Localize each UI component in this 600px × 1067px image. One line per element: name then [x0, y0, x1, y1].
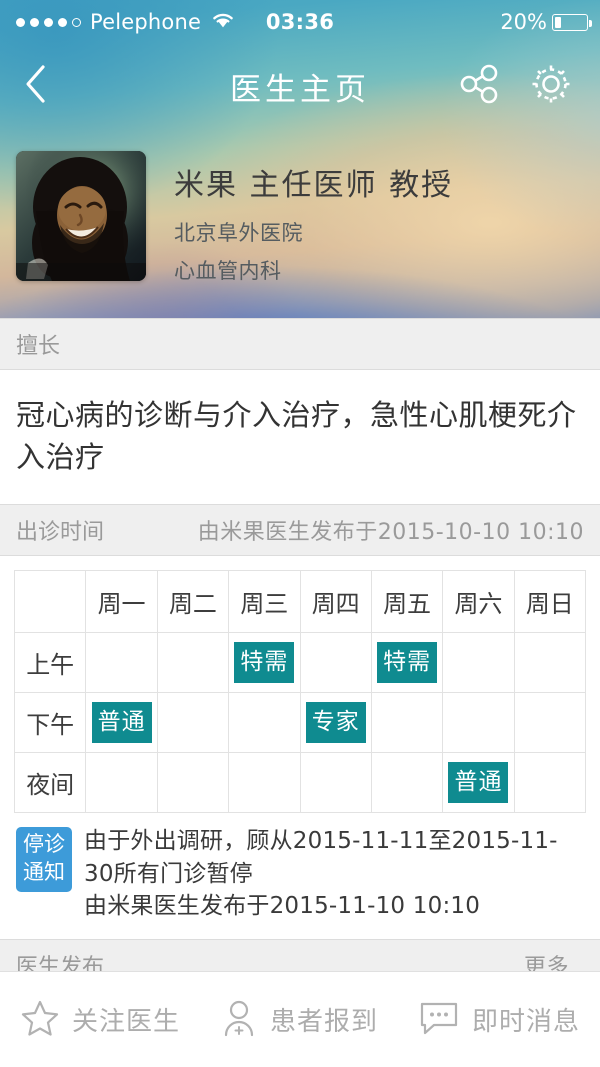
person-check-icon — [220, 998, 258, 1042]
bottom-action-bar: 关注医生 患者报到 即时消息 — [0, 971, 600, 1067]
slot-chip[interactable]: 特需 — [377, 641, 438, 684]
specialty-content: 冠心病的诊断与介入治疗，急性心肌梗死介入治疗 — [0, 370, 600, 505]
column-header-thu: 周四 — [299, 570, 372, 634]
column-header-wed: 周三 — [228, 570, 301, 634]
patient-checkin-button[interactable]: 患者报到 — [220, 998, 378, 1042]
slot-cell[interactable] — [156, 692, 230, 754]
follow-doctor-label: 关注医生 — [71, 1007, 180, 1037]
slot-cell[interactable]: 专家 — [299, 692, 372, 754]
column-header-sun: 周日 — [513, 570, 587, 634]
schedule-published-by: 由米果医生发布于2015-10-10 10:10 — [197, 520, 584, 546]
app-root: Pelephone 03:36 20% 医生主页 米果 主任医师 教授 北京阜外… — [0, 0, 600, 1067]
instant-message-label: 即时消息 — [471, 1007, 580, 1037]
slot-cell[interactable] — [513, 692, 587, 754]
doctor-profile-row[interactable]: 米果 主任医师 教授 北京阜外医院 心血管内科 — [0, 128, 600, 318]
slot-cell[interactable] — [513, 632, 587, 694]
table-header-row: 周一 周二 周三 周四 周五 周六 周日 — [13, 570, 587, 634]
slot-chip[interactable]: 普通 — [91, 701, 152, 744]
slot-cell[interactable] — [370, 752, 444, 814]
column-header-tue: 周二 — [156, 570, 230, 634]
slot-cell[interactable]: 普通 — [85, 692, 158, 754]
status-badge: 停诊 通知 — [16, 827, 72, 892]
notice-line-1: 由于外出调研，顾从2015-11-11至2015-11-30所有门诊暂停 — [84, 828, 558, 887]
slot-cell[interactable] — [156, 752, 230, 814]
doctor-info: 米果 主任医师 教授 北京阜外医院 心血管内科 — [174, 128, 453, 285]
star-icon — [20, 998, 60, 1042]
status-bar: Pelephone 03:36 20% — [0, 0, 600, 44]
slot-cell[interactable] — [156, 632, 230, 694]
slot-cell[interactable] — [85, 752, 158, 814]
schedule-table: 周一 周二 周三 周四 周五 周六 周日 上午 特需 特需 下午 普通 专家 夜… — [13, 570, 587, 814]
doctor-hospital: 北京阜外医院 — [174, 221, 303, 245]
table-row: 夜间 普通 — [13, 752, 587, 814]
navigation-bar: 医生主页 — [0, 44, 600, 128]
patient-checkin-label: 患者报到 — [269, 1007, 378, 1037]
avatar — [16, 151, 146, 281]
doctor-name-title: 米果 主任医师 教授 — [174, 168, 454, 203]
column-header-fri: 周五 — [370, 570, 444, 634]
row-label-morning: 上午 — [13, 632, 87, 694]
slot-cell[interactable] — [442, 692, 515, 754]
slot-cell[interactable] — [513, 752, 587, 814]
specialty-section-header: 擅长 — [0, 318, 600, 370]
specialty-header-label: 擅长 — [16, 334, 61, 359]
slot-cell[interactable]: 特需 — [228, 632, 301, 694]
slot-chip[interactable]: 专家 — [305, 701, 366, 744]
battery-icon — [552, 13, 592, 31]
slot-chip[interactable]: 普通 — [448, 761, 509, 804]
share-icon[interactable] — [458, 62, 502, 110]
schedule-table-wrapper: 周一 周二 周三 周四 周五 周六 周日 上午 特需 特需 下午 普通 专家 夜… — [0, 556, 600, 814]
slot-cell[interactable] — [299, 752, 372, 814]
row-label-night: 夜间 — [13, 752, 87, 814]
slot-cell[interactable] — [442, 632, 515, 694]
instant-message-button[interactable]: 即时消息 — [418, 999, 580, 1041]
doctor-department: 心血管内科 — [174, 259, 282, 283]
slot-cell[interactable]: 特需 — [370, 632, 444, 694]
slot-cell[interactable] — [370, 692, 444, 754]
specialty-text: 冠心病的诊断与介入治疗，急性心肌梗死介入治疗 — [16, 398, 577, 475]
chat-bubble-icon — [418, 999, 460, 1041]
slot-cell[interactable] — [228, 752, 301, 814]
table-row: 下午 普通 专家 — [13, 692, 587, 754]
column-header-mon: 周一 — [85, 570, 158, 634]
row-label-afternoon: 下午 — [13, 692, 87, 754]
badge-line-1: 停诊 — [23, 832, 65, 857]
clock: 03:36 — [265, 10, 335, 34]
schedule-header-label: 出诊时间 — [16, 520, 105, 546]
table-row: 上午 特需 特需 — [13, 632, 587, 694]
notice-text: 由于外出调研，顾从2015-11-11至2015-11-30所有门诊暂停 由米果… — [84, 825, 584, 923]
slot-cell[interactable] — [228, 692, 301, 754]
table-corner-cell — [13, 570, 87, 634]
suspension-notice[interactable]: 停诊 通知 由于外出调研，顾从2015-11-11至2015-11-30所有门诊… — [0, 813, 600, 940]
slot-chip[interactable]: 特需 — [234, 641, 295, 684]
slot-cell[interactable] — [85, 632, 158, 694]
slot-cell[interactable]: 普通 — [442, 752, 515, 814]
notice-line-2: 由米果医生发布于2015-11-10 10:10 — [84, 893, 481, 920]
slot-cell[interactable] — [299, 632, 372, 694]
nav-actions — [458, 61, 600, 111]
doctor-header-hero: Pelephone 03:36 20% 医生主页 米果 主任医师 教授 北京阜外… — [0, 0, 600, 318]
follow-doctor-button[interactable]: 关注医生 — [20, 998, 180, 1042]
badge-line-2: 通知 — [23, 859, 65, 884]
schedule-section-header: 出诊时间 由米果医生发布于2015-10-10 10:10 — [0, 504, 600, 557]
gear-icon[interactable] — [528, 61, 574, 111]
column-header-sat: 周六 — [442, 570, 515, 634]
